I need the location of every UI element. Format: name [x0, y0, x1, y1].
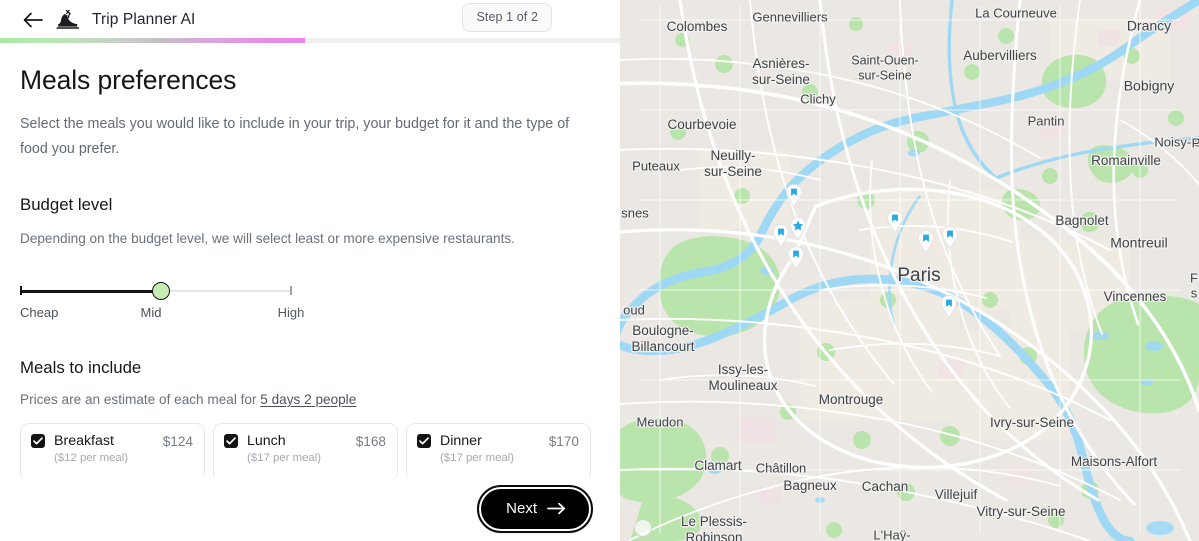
app-header: Trip Planner AI Step 1 of 2	[0, 0, 620, 39]
form-content: Meals preferences Select the meals you w…	[0, 43, 620, 477]
slider-labels: Cheap Mid High	[20, 305, 320, 325]
map-attribution-icon[interactable]	[634, 519, 652, 537]
slider-tick-start	[20, 286, 22, 295]
map-pin-bookmark[interactable]	[785, 184, 803, 207]
checkbox-checked-icon[interactable]	[31, 434, 45, 448]
page-title: Meals preferences	[20, 65, 237, 95]
meal-per-meal-price: ($17 per meal)	[247, 452, 322, 464]
budget-level-slider[interactable]	[20, 282, 292, 300]
slider-label-high: High	[277, 305, 305, 320]
next-button[interactable]: Next	[477, 485, 593, 533]
slider-label-mid: Mid	[140, 305, 162, 320]
brand-title: Trip Planner AI	[92, 10, 196, 28]
map-tiles	[620, 0, 1199, 541]
checkbox-checked-icon[interactable]	[224, 434, 238, 448]
meal-card-breakfast[interactable]: Breakfast $124 ($12 per meal)	[20, 423, 205, 477]
budget-section-description: Depending on the budget level, we will s…	[20, 231, 515, 246]
next-button-label: Next	[506, 500, 537, 517]
meal-card-header: Breakfast $124	[31, 433, 193, 449]
map-pin-bookmark[interactable]	[940, 295, 958, 318]
map-pin-bookmark[interactable]	[886, 210, 904, 233]
app-root: Trip Planner AI Step 1 of 2 Meals prefer…	[0, 0, 1199, 541]
meal-card-list: Breakfast $124 ($12 per meal) Lunch $168	[20, 423, 600, 477]
slider-label-cheap: Cheap	[20, 305, 59, 320]
meal-card-dinner[interactable]: Dinner $170 ($17 per meal)	[406, 423, 591, 477]
trip-planner-panel: Trip Planner AI Step 1 of 2 Meals prefer…	[0, 0, 620, 541]
meal-name: Breakfast	[54, 433, 114, 449]
trip-details-link[interactable]: 5 days 2 people	[260, 392, 356, 407]
map-pin-bookmark[interactable]	[787, 246, 805, 269]
arrow-right-icon	[547, 502, 566, 515]
budget-section-title: Budget level	[20, 195, 113, 214]
checkbox-checked-icon[interactable]	[417, 434, 431, 448]
step-indicator-badge: Step 1 of 2	[462, 3, 552, 32]
meal-per-meal-price: ($12 per meal)	[54, 452, 129, 464]
form-footer: Next	[0, 477, 620, 541]
ski-boot-logo-icon	[54, 7, 84, 33]
meal-total-price: $124	[162, 433, 193, 449]
map-viewport[interactable]: Colombes Gennevilliers La Courneuve Dran…	[620, 0, 1199, 541]
map-pin-star[interactable]	[789, 217, 807, 240]
meals-estimate-note: Prices are an estimate of each meal for …	[20, 392, 600, 407]
meals-section-title: Meals to include	[20, 358, 142, 377]
slider-tick-end	[290, 286, 292, 295]
meal-card-header: Lunch $168	[224, 433, 386, 449]
meals-note-prefix: Prices are an estimate of each meal for	[20, 392, 261, 407]
meal-card-lunch[interactable]: Lunch $168 ($17 per meal)	[213, 423, 398, 477]
meal-total-price: $168	[355, 433, 386, 449]
meal-total-price: $170	[548, 433, 579, 449]
slider-filled-track	[20, 289, 162, 293]
meal-name: Lunch	[247, 433, 286, 449]
page-subtitle: Select the meals you would like to inclu…	[20, 116, 570, 157]
slider-thumb[interactable]	[152, 282, 170, 300]
map-pin-bookmark[interactable]	[917, 230, 935, 253]
meal-name: Dinner	[440, 433, 482, 449]
map-pin-bookmark[interactable]	[772, 224, 790, 247]
map-pin-bookmark[interactable]	[941, 226, 959, 249]
back-button[interactable]	[16, 3, 50, 37]
meal-card-header: Dinner $170	[417, 433, 579, 449]
meal-per-meal-price: ($17 per meal)	[440, 452, 515, 464]
